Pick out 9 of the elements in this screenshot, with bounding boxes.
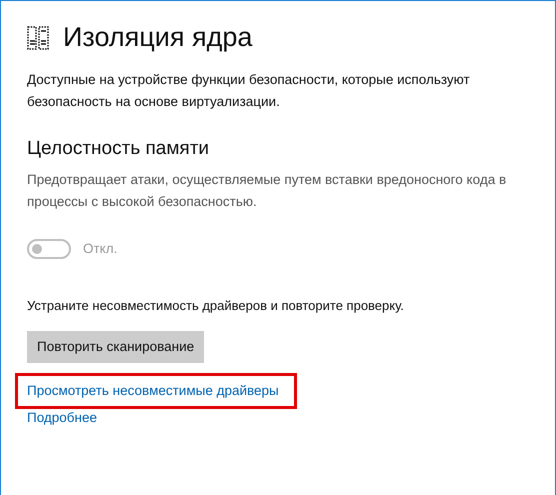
page-title: Изоляция ядра xyxy=(63,21,252,54)
section-description: Предотвращает атаки, осуществляемые путем вставки вредоносного кода в процессы с высокой безопасностью. xyxy=(27,171,508,212)
link[interactable]: Просмотреть несовместимые драйверы xyxy=(15,373,297,409)
notice-text: Устраните несовместимость драйверов и повторите проверку. xyxy=(27,296,405,315)
chip-icon xyxy=(27,26,49,50)
page-description: Доступные на устройстве функции безопасности, которые используют безопасность на основе виртуализации. xyxy=(27,70,471,111)
toggle-label: Откл. xyxy=(83,240,118,258)
section-title: Целостность памяти xyxy=(27,136,210,161)
rescan-button[interactable]: Повторить сканирование xyxy=(27,331,204,363)
